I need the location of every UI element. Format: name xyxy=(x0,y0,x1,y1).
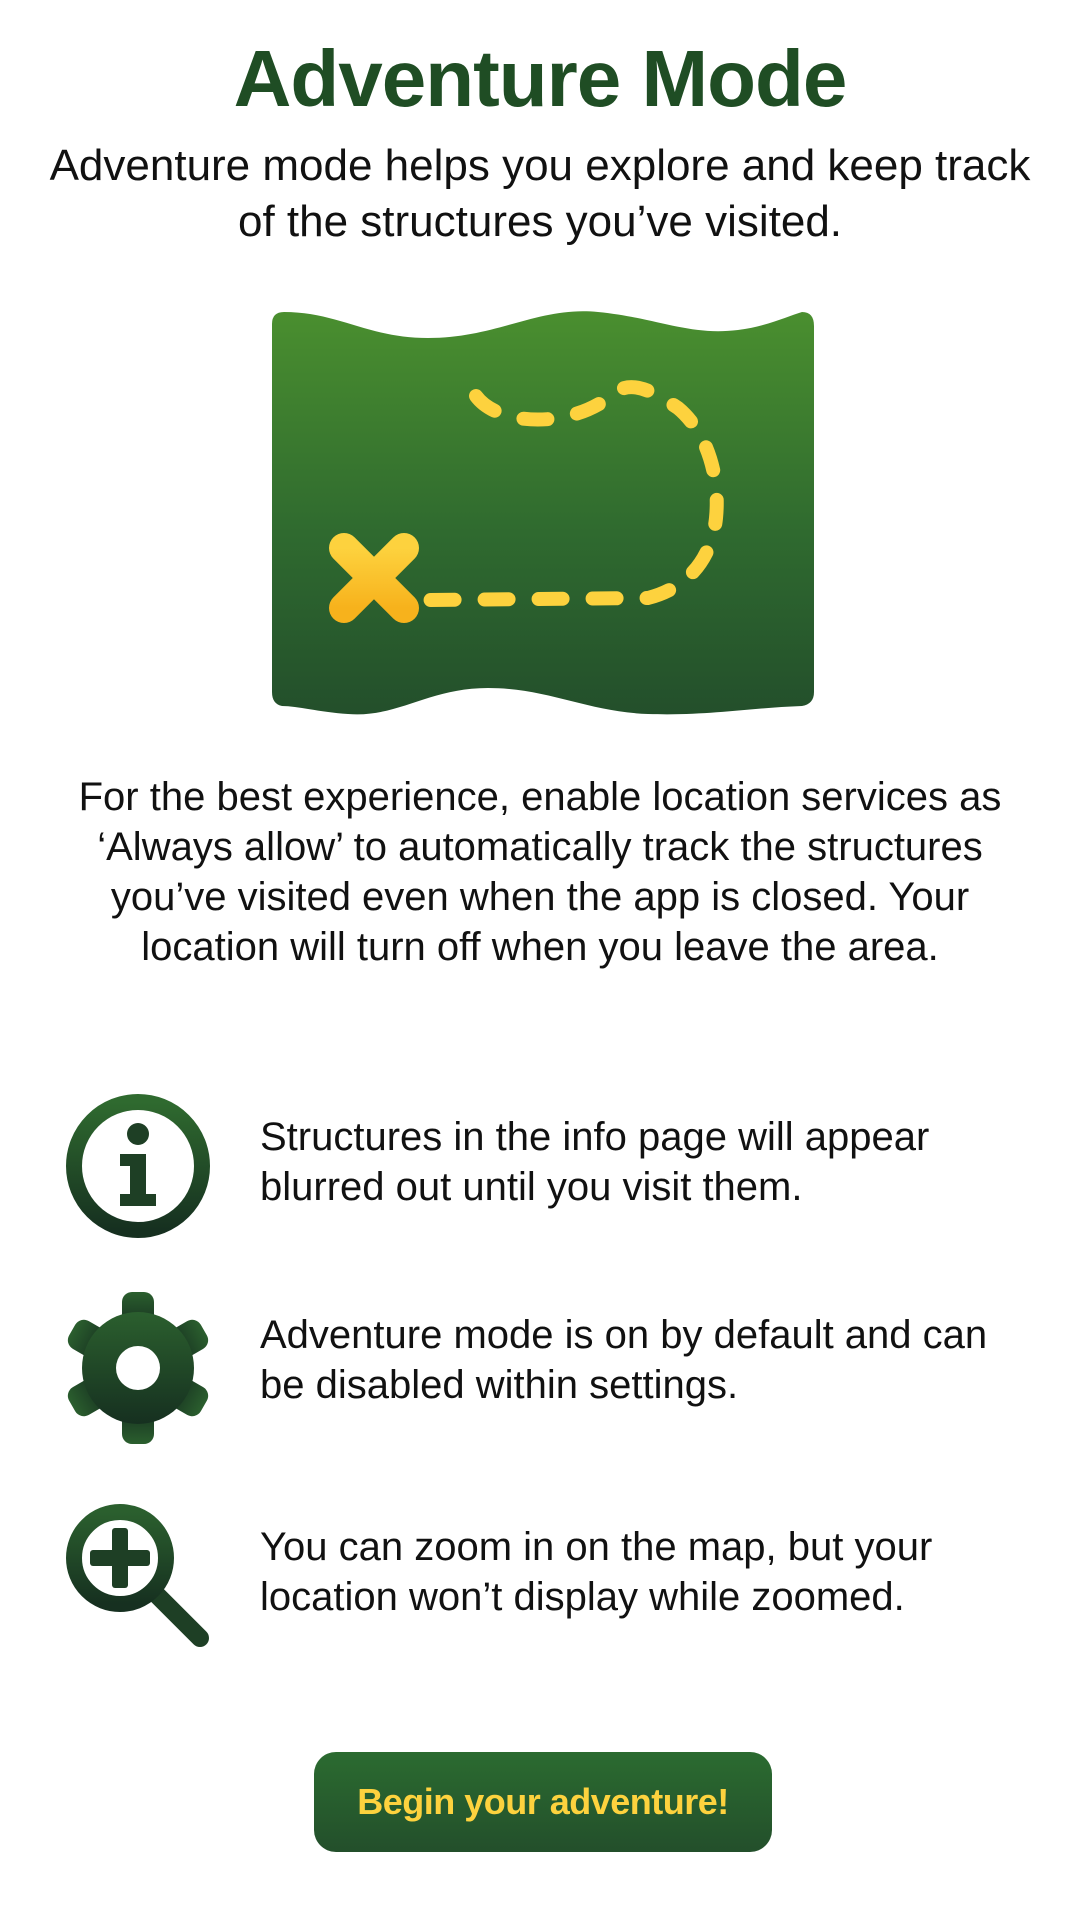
treasure-map-icon xyxy=(272,311,814,715)
feature-zoom-text: You can zoom in on the map, but your loc… xyxy=(260,1525,933,1619)
treasure-map-illustration xyxy=(268,308,816,716)
info-icon xyxy=(60,1088,216,1244)
feature-zoom: You can zoom in on the map, but your loc… xyxy=(60,1498,1020,1648)
page-title: Adventure Mode xyxy=(233,34,848,123)
feature-settings: Adventure mode is on by default and can … xyxy=(60,1290,1020,1444)
zoom-in-icon xyxy=(60,1498,216,1654)
feature-info: Structures in the info page will appear … xyxy=(60,1088,1020,1238)
page-subtitle: Adventure mode helps you explore and kee… xyxy=(49,141,1031,246)
feature-settings-text: Adventure mode is on by default and can … xyxy=(260,1313,988,1407)
location-intro-text: For the best experience, enable location… xyxy=(78,775,1002,969)
begin-adventure-button[interactable]: Begin your adventure! xyxy=(314,1752,772,1852)
feature-info-text: Structures in the info page will appear … xyxy=(260,1115,930,1209)
gear-icon xyxy=(60,1290,216,1446)
